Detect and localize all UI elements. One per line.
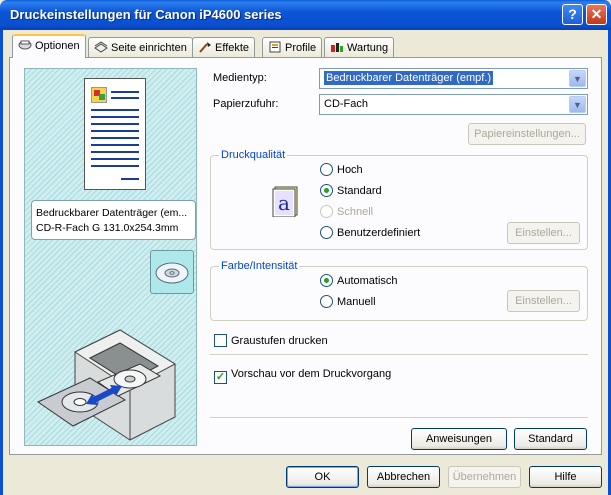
help-title-button[interactable]: ? — [562, 4, 583, 25]
radio-indicator — [320, 163, 333, 176]
maintenance-icon — [330, 41, 344, 53]
apply-button[interactable]: Übernehmen — [448, 466, 521, 488]
tab-profile[interactable]: Profile — [262, 37, 323, 57]
radio-label: Hoch — [337, 164, 363, 176]
tab-label: Effekte — [215, 42, 250, 54]
paper-source-value: CD-Fach — [324, 98, 369, 110]
chevron-down-icon[interactable]: ▼ — [569, 96, 586, 113]
radio-indicator — [320, 226, 333, 239]
media-info-line2: CD-R-Fach G 131.0x254.3mm — [36, 222, 179, 234]
color-group-title: Farbe/Intensität — [219, 260, 300, 272]
tab-wartung[interactable]: Wartung — [324, 37, 395, 57]
tab-label: Profile — [285, 42, 317, 54]
checkbox-label: Vorschau vor dem Druckvorgang — [231, 368, 392, 380]
window-border-left — [0, 30, 3, 495]
paper-source-select[interactable]: CD-Fach ▼ — [319, 94, 588, 115]
cancel-button[interactable]: Abbrechen — [367, 466, 440, 488]
checkbox-label: Graustufen drucken — [231, 335, 328, 347]
check-icon: ✓ — [214, 371, 227, 384]
media-info-line1: Bedruckbarer Datenträger (em... — [36, 207, 188, 219]
title-bar: Druckeinstellungen für Canon iP4600 seri… — [0, 0, 611, 30]
grayscale-checkbox[interactable]: Graustufen drucken — [214, 334, 328, 347]
media-type-select[interactable]: Bedruckbarer Datenträger (empf.) ▼ — [319, 68, 588, 89]
cd-disc-icon — [155, 262, 189, 284]
svg-text:a: a — [278, 191, 290, 215]
tab-optionen[interactable]: Optionen — [12, 34, 86, 58]
media-type-value: Bedruckbarer Datenträger (empf.) — [324, 71, 494, 85]
media-type-label: Medientyp: — [213, 72, 267, 84]
radio-label: Schnell — [337, 206, 374, 218]
checkbox-indicator — [214, 334, 227, 347]
cd-tray-button[interactable] — [150, 250, 194, 294]
media-info-box: Bedruckbarer Datenträger (em... CD-R-Fac… — [31, 200, 196, 240]
tab-label: Wartung — [347, 42, 389, 54]
color-automatisch-radio[interactable]: Automatisch — [320, 274, 398, 287]
quality-settings-button[interactable]: Einstellen... — [507, 222, 580, 244]
effects-icon — [198, 41, 212, 53]
chevron-down-icon[interactable]: ▼ — [569, 70, 586, 87]
radio-indicator — [320, 184, 333, 197]
color-settings-button[interactable]: Einstellen... — [507, 290, 580, 312]
radio-label: Standard — [337, 185, 382, 197]
page-preview-icon — [84, 78, 146, 190]
tab-label: Seite einrichten — [111, 42, 187, 54]
separator — [210, 354, 588, 356]
color-manuell-radio[interactable]: Manuell — [320, 295, 376, 308]
defaults-button[interactable]: Standard — [514, 428, 587, 450]
radio-indicator — [320, 274, 333, 287]
page-setup-icon — [94, 41, 108, 53]
preview-before-print-checkbox[interactable]: ✓ Vorschau vor dem Druckvorgang — [214, 368, 391, 384]
profile-icon — [268, 41, 282, 53]
ok-button[interactable]: OK — [286, 466, 359, 488]
window-title: Druckeinstellungen für Canon iP4600 seri… — [10, 7, 282, 22]
quality-group-title: Druckqualität — [219, 149, 288, 161]
close-icon: ✕ — [590, 6, 603, 22]
radio-indicator — [320, 295, 333, 308]
radio-label: Benutzerdefiniert — [337, 227, 421, 239]
paper-source-label: Papierzufuhr: — [213, 98, 279, 110]
printer-cd-tray-illustration — [36, 329, 177, 441]
tab-label: Optionen — [35, 40, 80, 52]
instructions-button[interactable]: Anweisungen — [411, 428, 507, 450]
quality-standard-radio[interactable]: Standard — [320, 184, 382, 197]
tab-seite-einrichten[interactable]: Seite einrichten — [88, 37, 193, 57]
help-button[interactable]: Hilfe — [529, 466, 602, 488]
quality-benutzerdefiniert-radio[interactable]: Benutzerdefiniert — [320, 226, 420, 239]
radio-indicator — [320, 205, 333, 218]
separator — [210, 417, 588, 419]
close-button[interactable]: ✕ — [586, 4, 607, 25]
quality-hoch-radio[interactable]: Hoch — [320, 163, 363, 176]
radio-label: Manuell — [337, 296, 376, 308]
tab-effekte[interactable]: Effekte — [192, 37, 256, 57]
paper-settings-button[interactable]: Papiereinstellungen... — [468, 123, 586, 145]
quality-schnell-radio[interactable]: Schnell — [320, 205, 373, 218]
question-mark-icon: ? — [568, 6, 577, 22]
quick-setup-icon — [18, 39, 32, 51]
radio-label: Automatisch — [337, 275, 398, 287]
print-quality-icon: a — [272, 186, 298, 217]
